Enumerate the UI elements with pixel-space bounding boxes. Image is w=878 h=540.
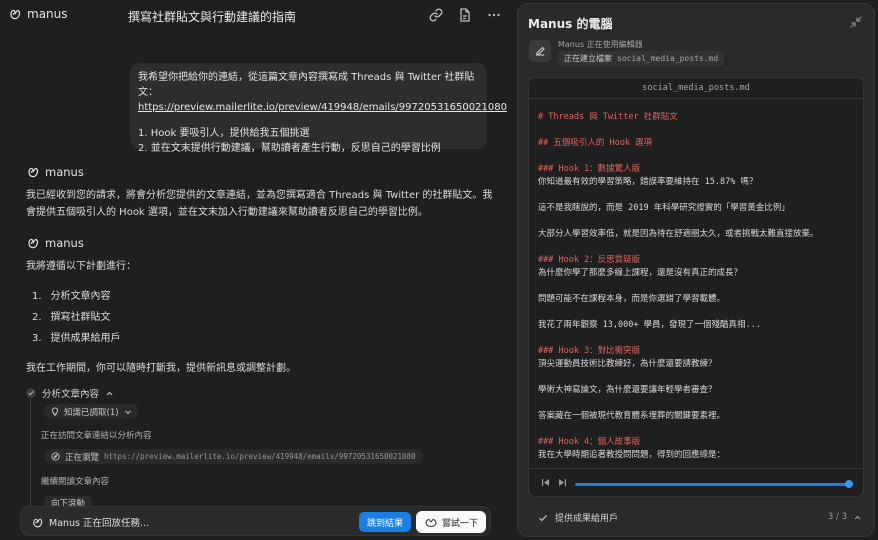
skip-back-icon[interactable] bbox=[541, 478, 550, 487]
compass-icon bbox=[51, 452, 60, 461]
code-line: ### Hook 2：反思質疑版 bbox=[538, 255, 641, 265]
code-line: 我在大學時期追著教授問問題，得到的回應總是： bbox=[538, 450, 726, 460]
code-line: ### Hook 4：個人故事版 bbox=[538, 437, 641, 447]
chevron-down-icon bbox=[124, 408, 132, 416]
manus-logo-icon bbox=[26, 165, 40, 179]
user-message-line: 1. Hook 要吸引人，提供給我五個挑選 bbox=[138, 128, 310, 139]
chat-pane: manus 撰寫社群貼文與行動建議的指南 我希望你把給你的連結，從這篇文章內容撰… bbox=[0, 0, 512, 540]
scroll-pill[interactable]: 向下滾動 bbox=[44, 496, 93, 506]
code-line: 我花了兩年觀察 13,000+ 學員，發現了一個殘酷真相... bbox=[538, 320, 761, 330]
replay-bar: Manus 正在回放任務... 跳到結果 嘗試一下 bbox=[20, 506, 491, 536]
step-divider bbox=[30, 398, 31, 508]
computer-title: Manus 的電腦 bbox=[528, 17, 613, 31]
agent-name: manus bbox=[45, 236, 84, 250]
chevron-up-icon bbox=[105, 389, 114, 398]
editor-status: Manus 正在使用編輯器 bbox=[558, 40, 643, 49]
file-content: # Threads 與 Twitter 社群貼文 ## 五個吸引人的 Hook 選… bbox=[538, 111, 858, 462]
file-name: social_media_posts.md bbox=[529, 78, 863, 99]
code-line: 答案藏在一個被現代教育體系埋葬的關鍵要素裡。 bbox=[538, 411, 726, 421]
step-note: 繼續閱讀文章內容 bbox=[41, 477, 110, 487]
top-bar: manus 撰寫社群貼文與行動建議的指南 bbox=[0, 0, 512, 30]
file-icon[interactable] bbox=[457, 7, 473, 23]
manus-logo-icon bbox=[26, 236, 40, 250]
jump-to-result-button[interactable]: 跳到結果 bbox=[359, 512, 411, 532]
footer-step-count: 3 / 3 bbox=[827, 512, 847, 522]
code-line: # Threads 與 Twitter 社群貼文 bbox=[538, 112, 678, 122]
computer-panel: Manus 的電腦 Manus 正在使用編輯器 正在建立檔案 social_me… bbox=[517, 3, 875, 537]
file-viewer: social_media_posts.md # Threads 與 Twitte… bbox=[528, 77, 864, 497]
step-title: 分析文章內容 bbox=[42, 389, 100, 400]
lightbulb-icon bbox=[51, 407, 59, 416]
step-note: 正在訪問文章連結以分析內容 bbox=[41, 431, 152, 441]
list-item: 1. 分析文章內容 bbox=[32, 291, 111, 302]
code-line: ### Hook 3：對比衝突版 bbox=[538, 346, 641, 356]
code-line: 這不是我瞎說的，而是 2019 年科學研究證實的「學習黃金比例」 bbox=[538, 203, 790, 213]
replay-status: Manus 正在回放任務... bbox=[31, 515, 149, 529]
manus-logo-icon bbox=[31, 516, 44, 529]
code-line: 大部分人學習效率低，就是因為待在舒適圈太久，或者挑戰太難直接放棄。 bbox=[538, 229, 819, 239]
code-line: 為什麼你學了那麼多線上課程，還是沒有真正的成長？ bbox=[538, 268, 743, 278]
skip-forward-icon[interactable] bbox=[558, 478, 567, 487]
plan-intro: 我將遵循以下計劃進行： bbox=[26, 261, 136, 272]
chevron-up-icon bbox=[853, 513, 862, 522]
replay-progress-track[interactable] bbox=[575, 483, 849, 486]
action-label: 正在建立檔案 bbox=[564, 54, 612, 63]
plan-outro: 我在工作期間，你可以隨時打斷我，提供新訊息或調整計劃。 bbox=[26, 363, 296, 374]
replay-progress-handle[interactable] bbox=[845, 480, 853, 488]
agent-header: manus bbox=[26, 165, 84, 179]
code-line: 頂尖運動員技術比教練好，為什麼還要請教練？ bbox=[538, 359, 717, 369]
check-icon bbox=[26, 388, 36, 398]
browsing-url: https://preview.mailerlite.io/preview/41… bbox=[104, 452, 416, 461]
step-footer[interactable]: 提供成果給用戶 3 / 3 bbox=[528, 507, 864, 527]
code-line: 你知道最有效的學習策略，錯誤率要維持在 15.87% 嗎？ bbox=[538, 177, 758, 187]
plan-list: 1. 分析文章內容 2. 撰寫社群貼文 3. 提供成果給用戶 bbox=[32, 286, 121, 349]
collapse-icon[interactable] bbox=[850, 16, 862, 28]
code-line: ### Hook 1：數據驚人版 bbox=[538, 164, 641, 174]
action-file: social_media_posts.md bbox=[617, 54, 719, 63]
step-header[interactable]: 分析文章內容 bbox=[26, 386, 114, 400]
hands-icon bbox=[424, 516, 438, 528]
list-item: 2. 撰寫社群貼文 bbox=[32, 312, 111, 323]
code-line: 學術大神寫論文，為什麼還要讓年輕學者審查？ bbox=[538, 385, 717, 395]
knowledge-pill[interactable]: 知識已調取(1) bbox=[44, 404, 139, 419]
link-icon[interactable] bbox=[428, 7, 444, 23]
footer-step-title: 提供成果給用戶 bbox=[555, 514, 619, 524]
user-message: 我希望你把給你的連結，從這篇文章內容撰寫成 Threads 與 Twitter … bbox=[130, 63, 507, 154]
code-line: ## 五個吸引人的 Hook 選項 bbox=[538, 138, 653, 148]
check-icon bbox=[538, 513, 548, 523]
user-message-link[interactable]: https://preview.mailerlite.io/preview/41… bbox=[138, 100, 507, 115]
agent-name: manus bbox=[45, 165, 84, 179]
list-item: 3. 提供成果給用戶 bbox=[32, 333, 121, 344]
replay-player bbox=[529, 468, 863, 496]
editor-icon bbox=[529, 40, 551, 62]
user-message-line: 2. 並在文末提供行動建議，幫助讀者產生行動，反思自己的學習比例 bbox=[138, 143, 441, 154]
agent-reply: 我已經收到您的請求，將會分析您提供的文章連結，並為您撰寫適合 Threads 與… bbox=[26, 190, 493, 218]
code-line: 問題可能不在課程本身，而是你選錯了學習載體。 bbox=[538, 294, 726, 304]
action-pill: 正在建立檔案 social_media_posts.md bbox=[558, 51, 725, 66]
try-it-button[interactable]: 嘗試一下 bbox=[416, 511, 486, 533]
user-message-line: 我希望你把給你的連結，從這篇文章內容撰寫成 Threads 與 Twitter … bbox=[138, 72, 475, 98]
browsing-pill[interactable]: 正在瀏覽 https://preview.mailerlite.io/previ… bbox=[44, 449, 423, 464]
more-icon[interactable] bbox=[486, 7, 502, 23]
agent-header: manus bbox=[26, 236, 84, 250]
